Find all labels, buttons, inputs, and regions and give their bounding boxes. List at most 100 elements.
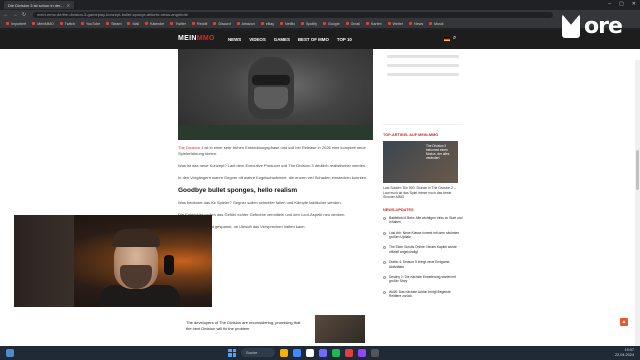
headphone-icon (164, 255, 174, 275)
bookmark-item[interactable]: Amazon (236, 21, 255, 26)
bookmark-label: Steam (111, 21, 122, 26)
hero-background-stripe (178, 125, 373, 140)
bookmark-label: eBay (265, 21, 275, 26)
sidebar-news-item[interactable]: Battlefield 6 Beta: Alle wichtigen Infos… (383, 216, 463, 225)
bookmark-item[interactable]: Musik (429, 22, 444, 26)
german-flag-icon[interactable] (444, 37, 450, 41)
bookmark-item[interactable]: Twitter (170, 22, 186, 26)
brand-m-glyph (562, 14, 580, 38)
sidebar-news-list: Battlefield 6 Beta: Alle wichtigen Infos… (383, 216, 463, 299)
close-tab-icon[interactable]: ✕ (67, 3, 70, 8)
related-article-promo[interactable]: The developers of The Division are recon… (178, 312, 373, 346)
scrollbar-thumb[interactable] (636, 150, 639, 190)
sidebar-news-item[interactable]: Destiny 2: Die nächste Erweiterung start… (383, 275, 463, 284)
article-paragraph: Was bedeutet das für Spieler? Gegner sol… (178, 200, 342, 205)
close-window-icon[interactable]: ✕ (632, 1, 636, 7)
bookmark-item[interactable]: Google (323, 22, 340, 26)
settings-icon[interactable] (371, 348, 379, 357)
url-field[interactable]: mein-mmo.de/the-division-3-gameplay-konz… (33, 11, 553, 18)
bookmark-item[interactable]: Mail (127, 22, 139, 26)
bookmark-item[interactable]: Discord (213, 22, 231, 26)
chrome-icon[interactable] (306, 348, 314, 357)
tab-title: Die Division 3 ist schon in der... (8, 2, 64, 8)
bookmark-favicon-icon (213, 22, 217, 25)
maximize-icon[interactable]: ▢ (619, 1, 624, 7)
sidebar-feature-image[interactable]: The Division 2 bekommt einen Modus, der … (383, 141, 458, 183)
bookmark-item[interactable]: Kalender (145, 22, 164, 26)
nav-item-games[interactable]: GAMES (274, 37, 290, 42)
bookmark-item[interactable]: Wetter (387, 22, 403, 26)
system-clock[interactable]: 19:07 22.04.2024 (615, 348, 634, 358)
sidebar-ad-block (383, 55, 463, 125)
edge-icon[interactable] (293, 348, 301, 357)
sidebar-feature-text[interactable]: Lost Soldier: Die 500. Stunde in The Div… (383, 186, 463, 200)
bullet-icon (383, 231, 386, 235)
bookmark-label: MeinMMO (37, 21, 54, 26)
article-text: ist in einer sehr frühen Entwicklungspha… (178, 145, 366, 156)
start-icon[interactable] (228, 348, 236, 357)
site-header: MEINMMO NEWS VIDEOS GAMES BEST OF MMO TOP 10… (0, 30, 640, 49)
bookmark-item[interactable]: eBay (260, 21, 275, 26)
bullet-icon (383, 246, 386, 250)
bookmark-favicon-icon (80, 22, 84, 25)
scrollbar[interactable] (635, 60, 640, 346)
back-icon[interactable]: ← (3, 12, 9, 18)
twitch-icon[interactable] (358, 348, 366, 357)
browser-tab-active[interactable]: Die Division 3 ist schon in der... ✕ (4, 1, 74, 9)
sidebar-news-item[interactable]: Lost Ark: Neue Klasse kommt mit dem näch… (383, 231, 463, 240)
article-link[interactable]: The Division 3 (178, 145, 203, 150)
bookmark-item[interactable]: Spotify (301, 22, 317, 26)
placeholder-line (387, 64, 459, 67)
browser-tab-bar: Die Division 3 ist schon in der... ✕ – ▢… (0, 0, 640, 10)
bullet-icon (383, 290, 386, 294)
minimize-icon[interactable]: – (608, 1, 611, 7)
scroll-to-top-button[interactable]: ▲ (620, 318, 628, 326)
main-nav: NEWS VIDEOS GAMES BEST OF MMO TOP 10 (228, 37, 352, 42)
webcam-overlay (14, 215, 212, 307)
nav-item-top-10[interactable]: TOP 10 (337, 37, 352, 42)
search-icon[interactable]: ⌕ (453, 35, 456, 42)
taskbar-search[interactable]: Suche (241, 348, 275, 357)
bookmark-label: Gmail (350, 21, 360, 26)
sidebar: TOP-ARTIKEL AUF MEIN-MMO The Division 2 … (383, 49, 463, 305)
forward-icon[interactable]: → (12, 12, 18, 18)
bookmark-favicon-icon (366, 22, 369, 25)
bookmark-label: Amazon (241, 21, 255, 26)
widgets-icon[interactable] (6, 349, 14, 357)
discord-icon[interactable] (319, 348, 327, 357)
bookmark-favicon-icon (345, 22, 349, 25)
news-item-title: Lost Ark: Neue Klasse kommt mit dem näch… (389, 230, 460, 239)
bookmark-item[interactable]: Importiert (6, 22, 26, 26)
logo-main-text: MEIN (178, 35, 197, 42)
nav-item-best-of-mmo[interactable]: BEST OF MMO (298, 37, 329, 42)
article-paragraph: Was ist das neue Konzept? Laut dem Execu… (178, 163, 367, 168)
sidebar-news-item[interactable]: The Elder Scrolls Online: Neues Kapitel … (383, 245, 463, 254)
sidebar-news-item[interactable]: Diablo 4: Season 5 bringt neue Endgame-A… (383, 260, 463, 269)
taskbar-center: Suche (228, 348, 379, 357)
reload-icon[interactable]: ↻ (21, 12, 27, 18)
bookmark-item[interactable]: News (409, 22, 423, 26)
obs-icon[interactable] (345, 348, 353, 357)
site-logo[interactable]: MEINMMO (178, 35, 215, 42)
nav-item-videos[interactable]: VIDEOS (249, 37, 266, 42)
bookmark-item[interactable]: MeinMMO (32, 22, 54, 26)
nav-item-news[interactable]: NEWS (228, 37, 241, 42)
bookmark-item[interactable]: YouTube (80, 22, 100, 26)
bookmark-item[interactable]: Twitch (59, 22, 75, 26)
bookmark-favicon-icon (323, 22, 327, 25)
sidebar-news-item[interactable]: WoW: Das nächste Addon bringt fliegende … (383, 290, 463, 299)
bookmark-item[interactable]: Netflix (280, 22, 295, 26)
bookmark-label: Spotify (306, 21, 318, 26)
bookmark-label: Twitter (175, 21, 187, 26)
spotify-icon[interactable] (332, 348, 340, 357)
bookmark-item[interactable]: Reddit (192, 22, 207, 26)
file-explorer-icon[interactable] (280, 348, 288, 357)
bookmark-favicon-icon (236, 22, 240, 25)
bookmark-favicon-icon (280, 22, 284, 25)
webcam-wall (14, 215, 74, 307)
bookmark-item[interactable]: Steam (106, 22, 121, 26)
promo-thumbnail (315, 315, 365, 343)
bookmark-favicon-icon (301, 22, 305, 25)
bookmark-item[interactable]: Gmail (345, 21, 360, 26)
bookmark-item[interactable]: Karten (366, 22, 382, 26)
